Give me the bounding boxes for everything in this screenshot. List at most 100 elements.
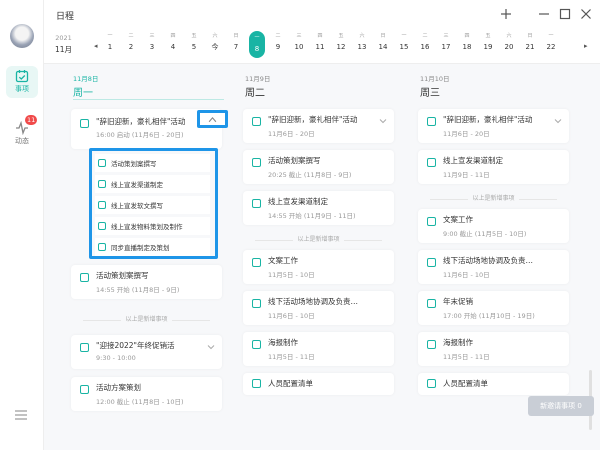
task-card[interactable]: 活动策划案撰写 20:25 截止 (11月8日 - 9日) [243,150,394,184]
task-card[interactable]: 线下活动场地协调及负责… 11月6日 - 10日 [418,250,569,284]
task-checkbox[interactable] [80,119,89,128]
weekday-label: 五 [191,33,197,39]
maximize-icon[interactable] [558,7,572,21]
task-card[interactable]: 线下活动场地协调及负责… 11月6日 - 10日 [243,291,394,325]
new-invites-button[interactable]: 新邀请事项 0 [528,396,594,416]
plus-icon[interactable] [499,7,513,21]
task-title: 文案工作 [268,256,298,265]
date-cell[interactable]: 二2 [122,32,140,53]
task-checkbox[interactable] [252,158,261,167]
chevron-down-icon[interactable] [207,344,215,350]
date-cell[interactable]: 二9 [269,32,287,53]
date-cell[interactable]: 日7 [227,32,245,53]
task-checkbox[interactable] [252,340,261,349]
task-title: 年末促销 [443,297,473,306]
date-strip: 2021 11月 ◂ ▸ 一 1 二 2 三 3 四 4 五 5 六今日 7 一 8 二 9 三 10 四 11 五 12… [44,30,600,64]
task-checkbox[interactable] [252,299,261,308]
date-cell[interactable]: 六 20 [500,32,518,53]
task-checkbox[interactable] [427,258,436,267]
task-checkbox[interactable] [427,117,436,126]
task-checkbox[interactable] [252,379,261,388]
task-card[interactable]: 年末促销 17:00 开始 (11月10日 - 19日) [418,291,569,325]
subtask-checkbox[interactable] [98,159,106,167]
task-title: 线下活动场地协调及负责… [443,256,533,265]
sidebar-item-label: 动态 [15,137,29,145]
date-cell[interactable]: 五 12 [332,32,350,53]
subtask-item[interactable]: 线上宣发物料策划及制作 [95,217,210,235]
task-card[interactable]: 线上宣发渠道制定 14:55 开始 (11月9日 - 11日) [243,191,394,225]
date-cell[interactable]: 四 18 [458,32,476,53]
task-card[interactable]: 活动策划案撰写 14:55 开始 (11月8日 - 9日) [71,265,222,299]
avatar[interactable] [10,24,34,48]
weekday-label: 六 [212,33,218,39]
task-card[interactable]: 海报制作 11月5日 - 11日 [418,332,569,366]
prev-arrow-icon[interactable]: ◂ [94,41,98,51]
close-icon[interactable] [579,7,593,21]
task-checkbox[interactable] [252,117,261,126]
subtask-item[interactable]: 同步直播制定及策划 [95,238,210,256]
new-items-separator: 以上是新增事项 [243,235,394,245]
date-cell[interactable]: 六今 [206,32,224,53]
weekday-label: 五 [485,33,491,39]
task-card[interactable]: 人员配置清单 [418,373,569,395]
subtask-checkbox[interactable] [98,180,106,188]
task-card[interactable]: 文案工作 11月5日 - 10日 [243,250,394,284]
date-cell[interactable]: 三 17 [437,32,455,53]
chevron-down-icon[interactable] [379,118,387,124]
next-arrow-icon[interactable]: ▸ [584,41,588,51]
date-cell[interactable]: 三 10 [290,32,308,53]
collapse-toggle[interactable] [197,110,228,128]
date-cell[interactable]: 一 22 [542,32,560,53]
day-number: 9 [275,43,281,51]
task-card[interactable]: "迎接2022"年终促销活 9:30 - 10:00 [71,335,222,369]
task-card[interactable]: 活动方案策划 12:00 截止 (11月8日 - 10日) [71,377,222,411]
date-cell[interactable]: 六 13 [353,32,371,53]
date-cell[interactable]: 一1 [101,32,119,53]
task-checkbox[interactable] [80,385,89,394]
task-title: "迎接2022"年终促销活 [96,341,175,350]
task-card[interactable]: "辞旧迎新，豪礼相伴"活动 11月6日 - 20日 [243,109,394,143]
date-cell[interactable]: 四 11 [311,32,329,53]
sidebar-item-tasks[interactable]: 事项 [6,66,38,98]
task-title: "辞旧迎新，豪礼相伴"活动 [443,115,533,124]
date-cell[interactable]: 五5 [185,32,203,53]
menu-icon[interactable] [15,410,27,420]
task-card[interactable]: "辞旧迎新，豪礼相伴"活动 11月6日 - 20日 [418,109,569,143]
task-checkbox[interactable] [252,199,261,208]
date-cell[interactable]: 二 16 [416,32,434,53]
subtask-checkbox[interactable] [98,222,106,230]
date-cell[interactable]: 四4 [164,32,182,53]
task-checkbox[interactable] [427,299,436,308]
task-checkbox[interactable] [80,343,89,352]
subtask-item[interactable]: 线上宣发渠道制定 [95,175,210,193]
weekday-label: 一 [107,33,113,39]
subtask-item[interactable]: 活动策划案撰写 [95,154,210,172]
task-card[interactable]: 海报制作 11月5日 - 11日 [243,332,394,366]
minimize-icon[interactable] [537,7,551,21]
task-checkbox[interactable] [427,158,436,167]
subtask-checkbox[interactable] [98,201,106,209]
date-cell[interactable]: 三3 [143,32,161,53]
task-subtitle: 14:55 开始 (11月8日 - 9日) [96,286,180,294]
chevron-down-icon[interactable] [554,118,562,124]
date-cell[interactable]: 五 19 [479,32,497,53]
task-checkbox[interactable] [427,217,436,226]
date-cell[interactable]: 日 14 [374,32,392,53]
year-month-label: 2021 11月 [55,32,72,56]
task-subtitle: 11月9日 - 11日 [443,171,490,179]
date-cell-selected[interactable]: 一8 [249,31,265,58]
task-checkbox[interactable] [427,379,436,388]
task-card[interactable]: 文案工作 9:00 截止 (11月5日 - 10日) [418,209,569,243]
subtask-checkbox[interactable] [98,243,106,251]
task-card[interactable]: 线上宣发渠道制定 11月9日 - 11日 [418,150,569,184]
task-card[interactable]: 人员配置清单 [243,373,394,395]
sidebar-item-activity[interactable]: 11 动态 [6,115,38,150]
date-cell[interactable]: 日 21 [521,32,539,53]
task-checkbox[interactable] [427,340,436,349]
subtask-title: 线上宣发物料策划及制作 [111,223,183,231]
task-checkbox[interactable] [80,273,89,282]
task-checkbox[interactable] [252,258,261,267]
date-cell[interactable]: 一 15 [395,32,413,53]
weekday-label: 二 [275,33,281,39]
subtask-item[interactable]: 线上宣发软文撰写 [95,196,210,214]
